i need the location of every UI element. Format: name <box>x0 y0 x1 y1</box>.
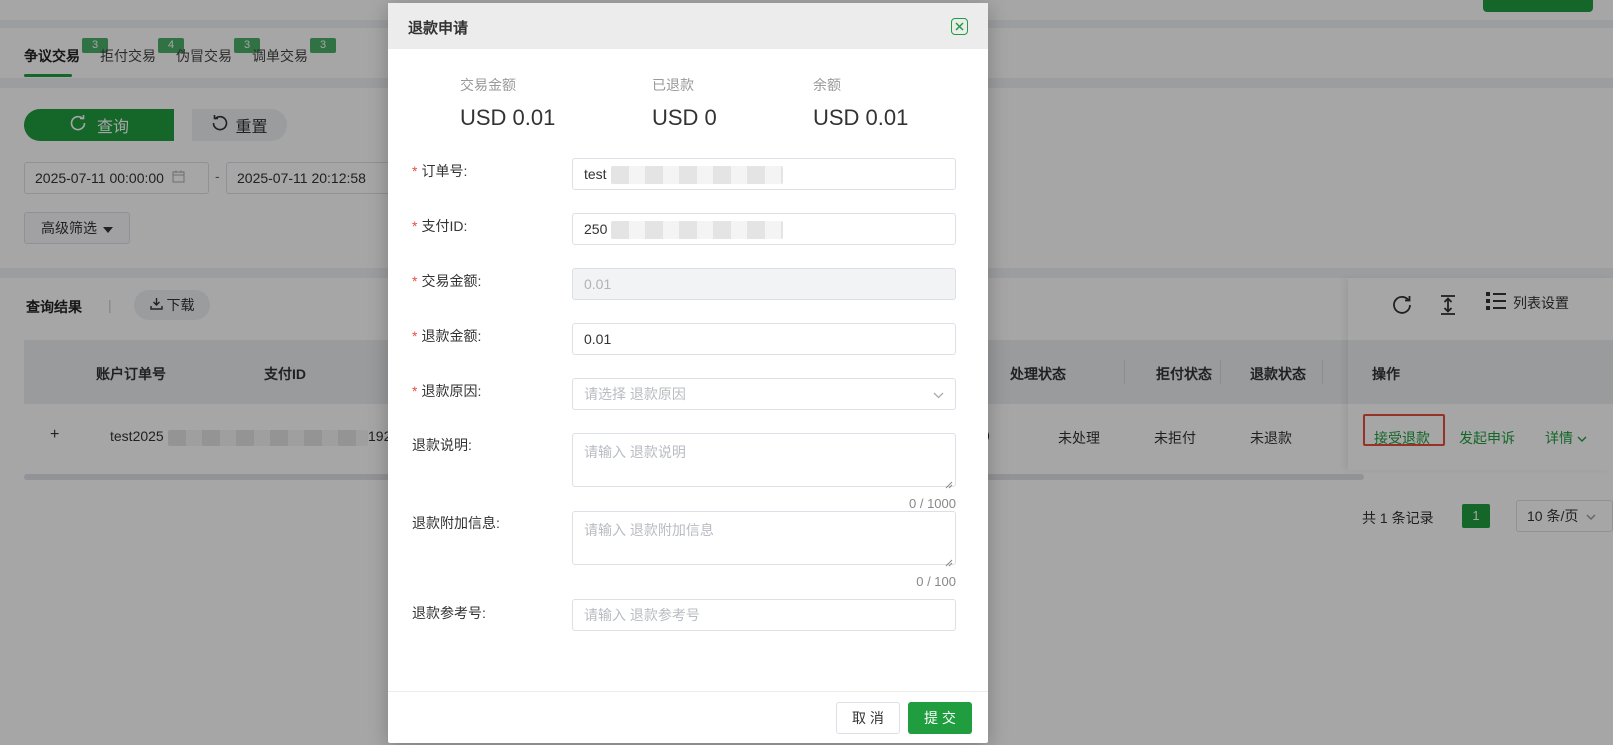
required-mark: * <box>412 163 418 179</box>
redacted-order-no <box>611 166 783 184</box>
summary-label: 交易金额 <box>460 77 516 93</box>
trade-amount-input: 0.01 <box>572 268 956 300</box>
refund-extra-textarea[interactable]: 请输入 退款附加信息 <box>572 511 956 567</box>
trade-amount-value: 0.01 <box>584 276 612 292</box>
chevron-down-icon <box>933 386 944 402</box>
summary-refunded: 已退款 USD 0 <box>652 75 717 131</box>
refund-amount-label: * 退款金额: <box>412 326 481 346</box>
refund-ref-placeholder: 请输入 退款参考号 <box>584 607 700 623</box>
refund-ref-label: 退款参考号: <box>412 605 486 621</box>
refund-amount-label-text: 退款金额: <box>421 328 482 344</box>
payment-id-value: 250 <box>584 221 608 237</box>
order-no-value: test <box>584 166 607 182</box>
submit-button[interactable]: 提 交 <box>908 702 972 734</box>
summary-value: USD 0.01 <box>460 105 556 130</box>
refund-reason-placeholder: 请选择 退款原因 <box>584 386 686 402</box>
summary-balance: 余额 USD 0.01 <box>813 75 908 131</box>
payment-id-label: * 支付ID: <box>412 216 467 236</box>
refund-extra-placeholder: 请输入 退款附加信息 <box>584 522 714 538</box>
refund-reason-label-text: 退款原因: <box>421 383 482 399</box>
order-no-input[interactable]: test <box>572 158 956 190</box>
dialog-footer: 取 消 提 交 <box>388 691 988 743</box>
refund-extra-label: 退款附加信息: <box>412 515 500 531</box>
redacted-payment-id <box>611 221 783 239</box>
dialog-title: 退款申请 <box>408 20 469 37</box>
refund-request-dialog: 退款申请 交易金额 USD 0.01 已退款 USD 0 余额 USD 0.01… <box>388 3 988 743</box>
refund-desc-label: 退款说明: <box>412 437 472 453</box>
summary-value: USD 0.01 <box>813 105 909 130</box>
close-icon[interactable] <box>951 18 968 35</box>
trade-amount-label: * 交易金额: <box>412 271 481 291</box>
required-mark: * <box>412 273 418 289</box>
app-root: 争议交易 3 拒付交易 4 伪冒交易 3 调单交易 3 查询 重置 2025-0… <box>0 0 1613 745</box>
summary-label: 余额 <box>813 77 841 93</box>
order-no-label: * 订单号: <box>412 161 467 181</box>
required-mark: * <box>412 328 418 344</box>
refund-ref-input[interactable]: 请输入 退款参考号 <box>572 599 956 631</box>
required-mark: * <box>412 383 418 399</box>
summary-label: 已退款 <box>652 77 694 93</box>
refund-reason-label: * 退款原因: <box>412 381 481 401</box>
refund-amount-input[interactable]: 0.01 <box>572 323 956 355</box>
refund-amount-value: 0.01 <box>584 331 612 347</box>
summary-trade-amount: 交易金额 USD 0.01 <box>460 75 555 131</box>
refund-extra-counter: 0 / 100 <box>916 574 956 589</box>
refund-desc-counter: 0 / 1000 <box>909 496 956 511</box>
refund-reason-select[interactable]: 请选择 退款原因 <box>572 378 956 410</box>
payment-id-label-text: 支付ID: <box>421 218 468 234</box>
trade-amount-label-text: 交易金额: <box>421 273 482 289</box>
resize-handle-icon[interactable] <box>945 476 953 489</box>
summary-value: USD 0 <box>652 105 717 130</box>
refund-desc-placeholder: 请输入 退款说明 <box>584 444 686 460</box>
required-mark: * <box>412 218 418 234</box>
order-no-label-text: 订单号: <box>421 163 468 179</box>
refund-desc-textarea[interactable]: 请输入 退款说明 <box>572 433 956 489</box>
dialog-header: 退款申请 <box>388 3 988 49</box>
resize-handle-icon[interactable] <box>945 554 953 567</box>
payment-id-input[interactable]: 250 <box>572 213 956 245</box>
cancel-button[interactable]: 取 消 <box>836 702 900 734</box>
